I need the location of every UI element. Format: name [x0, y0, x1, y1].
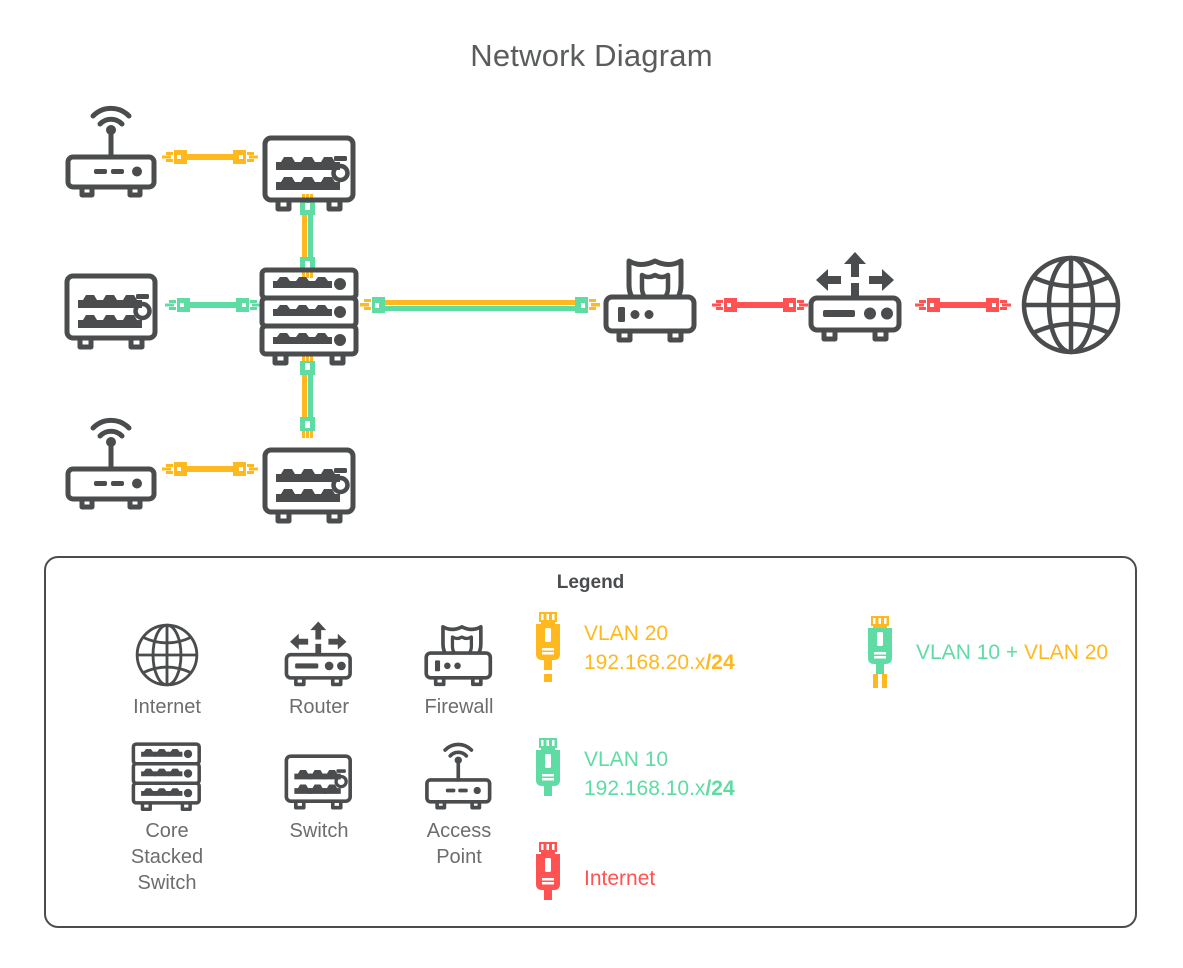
legend-cable-line2: 192.168.20.x/24: [584, 648, 735, 677]
legend-cable-line1: VLAN 10 + VLAN 20: [916, 638, 1108, 667]
page-title: Network Diagram: [470, 38, 713, 73]
legend-device-core-stacked-switch: Core Stacked Switch: [92, 736, 242, 896]
legend-cable-text: VLAN 20 192.168.20.x/24: [584, 619, 735, 677]
legend-device-label: Firewall: [424, 696, 494, 718]
node-access-point-top[interactable]: [64, 105, 160, 201]
legend-device-label: Internet: [133, 696, 201, 718]
link-switch-left-to-core: [163, 291, 263, 319]
legend-cable-text: Internet: [584, 864, 655, 893]
vlan20-label: VLAN 20: [1024, 640, 1109, 664]
legend-cable-line1: Internet: [584, 866, 656, 890]
legend-device-firewall: Firewall: [384, 612, 534, 720]
node-switch-bottom[interactable]: [262, 447, 358, 527]
subnet-prefix: 192.168.10.x: [584, 777, 706, 800]
legend-title: Legend: [556, 572, 625, 593]
vlan10-label: VLAN 10: [916, 640, 1001, 664]
plus-separator: +: [1000, 640, 1024, 664]
legend-device-label: Router: [288, 696, 350, 718]
legend-device-access-point: Access Point: [384, 736, 534, 870]
node-switch-left[interactable]: [64, 273, 160, 353]
legend-cable-line2: 192.168.10.x/24: [584, 774, 735, 803]
firewall-icon: [384, 612, 534, 688]
rj45-connector-icon: [526, 738, 570, 810]
subnet-mask: /24: [705, 777, 735, 800]
link-ap-top-to-switch-top: [160, 143, 260, 171]
rj45-connector-icon: [526, 842, 570, 914]
legend-cable-text: VLAN 10 + VLAN 20: [916, 638, 1108, 667]
legend-cable-vlan20: VLAN 20 192.168.20.x/24: [526, 612, 735, 684]
core-stacked-switch-icon: [92, 736, 242, 812]
legend-cable-internet: Internet: [526, 842, 655, 914]
node-router[interactable]: [808, 250, 904, 344]
link-firewall-to-router: [710, 291, 810, 319]
legend-device-label: Switch: [289, 820, 349, 842]
legend-device-internet: Internet: [92, 612, 242, 720]
access-point-icon: [384, 736, 534, 812]
link-ap-bottom-to-switch-bottom: [160, 455, 260, 483]
node-core-stacked-switch[interactable]: [259, 267, 361, 367]
node-internet-globe[interactable]: [1019, 253, 1123, 357]
legend-cable-vlan10: VLAN 10 192.168.10.x/24: [526, 738, 735, 810]
node-switch-top[interactable]: [262, 135, 358, 215]
globe-icon: [92, 612, 242, 688]
switch-icon: [244, 736, 394, 812]
legend-device-switch: Switch: [244, 736, 394, 844]
legend-panel: Legend Internet Router Firewall Core Sta…: [44, 556, 1137, 928]
link-router-to-internet: [913, 291, 1013, 319]
legend-cable-line1: VLAN 10: [584, 748, 669, 771]
rj45-connector-icon: [858, 616, 902, 688]
node-access-point-bottom[interactable]: [64, 417, 160, 513]
subnet-mask: /24: [705, 651, 735, 674]
router-icon: [244, 612, 394, 688]
legend-device-label: Core Stacked Switch: [130, 820, 204, 894]
legend-cable-text: VLAN 10 192.168.10.x/24: [584, 745, 735, 803]
rj45-connector-icon: [526, 612, 570, 684]
node-firewall[interactable]: [603, 253, 699, 345]
legend-device-label: Access Point: [426, 820, 492, 868]
subnet-prefix: 192.168.20.x: [584, 651, 706, 674]
legend-cable-vlan10-vlan20: VLAN 10 + VLAN 20: [858, 616, 1108, 688]
network-topology: [0, 95, 1183, 535]
link-core-to-firewall: [360, 291, 600, 319]
legend-cable-line1: VLAN 20: [584, 622, 669, 645]
legend-device-router: Router: [244, 612, 394, 720]
